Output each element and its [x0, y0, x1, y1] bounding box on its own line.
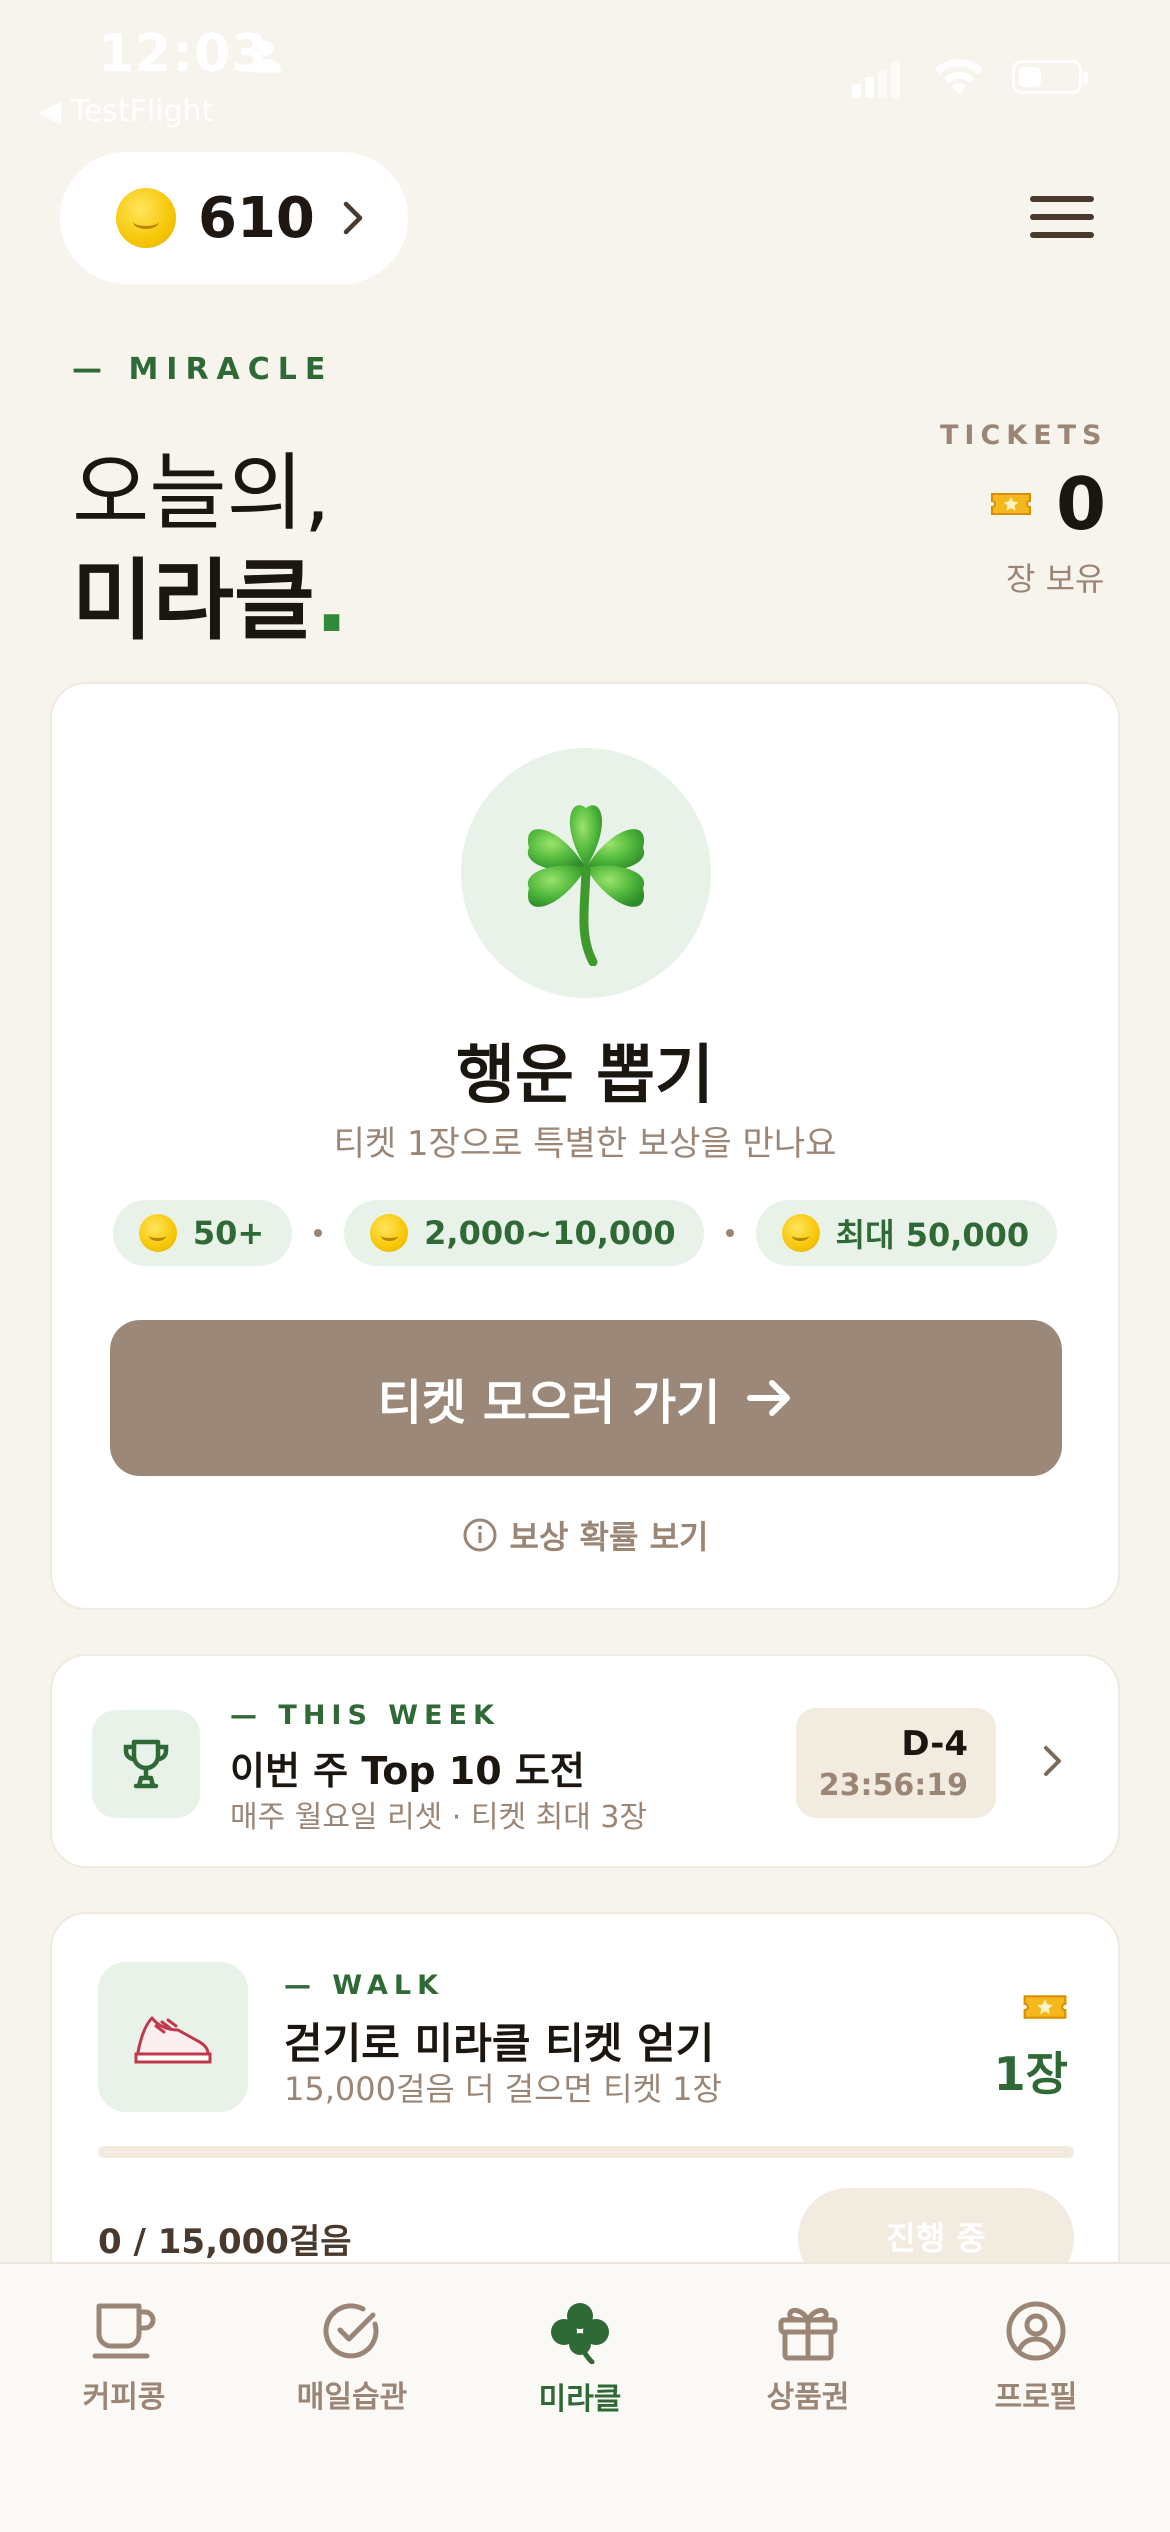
ticket-icon	[1023, 1995, 1067, 2019]
tab-miracle[interactable]: 미라클	[490, 2300, 670, 2418]
countdown-timer: 23:56:19	[818, 1768, 968, 1803]
status-bar: 12:03 ◀ TestFlight	[0, 0, 1170, 140]
section-kicker: — MIRACLE	[72, 352, 334, 387]
weekly-challenge-card[interactable]: — THIS WEEK 이번 주 Top 10 도전 매주 월요일 리셋 · 티…	[50, 1654, 1120, 1868]
coffee-cup-icon	[92, 2303, 156, 2359]
separator-dot	[314, 1229, 323, 1237]
reward-chip: 50+	[112, 1200, 293, 1266]
sneaker-badge	[98, 1962, 248, 2112]
bottom-tab-bar: 커피콩 매일습관 미라클 상품권 프로필	[0, 2262, 1170, 2532]
tab-label: 매일습관	[296, 2380, 408, 2415]
walk-title: 걷기로 미라클 티켓 얻기	[284, 2019, 715, 2068]
back-to-testflight-link[interactable]: ◀ TestFlight	[38, 94, 213, 129]
weekly-title: 이번 주 Top 10 도전	[230, 1749, 585, 1793]
arrow-right-icon	[747, 1380, 791, 1416]
card-subtitle: 티켓 1장으로 특별한 보상을 만나요	[333, 1124, 837, 1164]
clover-icon	[551, 2303, 609, 2364]
clover-badge	[461, 748, 711, 998]
walk-progress-bar	[98, 2146, 1074, 2158]
info-icon	[463, 1518, 497, 1552]
tab-coffee-beans[interactable]: 커피콩	[34, 2300, 214, 2416]
check-circle-icon	[323, 2303, 379, 2359]
separator-dot	[725, 1229, 734, 1237]
tickets-count: 0	[1056, 462, 1107, 546]
reward-chip: 2,000~10,000	[344, 1200, 704, 1266]
coin-balance-button[interactable]: 610	[60, 152, 408, 284]
tab-label: 상품권	[766, 2380, 850, 2415]
tickets-sub: 장 보유	[1006, 560, 1105, 598]
d-day-label: D-4	[901, 1724, 968, 1764]
profile-icon	[1006, 2301, 1066, 2361]
reward-chips: 50+ 2,000~10,000 최대 50,000	[52, 1200, 1118, 1266]
tab-label: 미라클	[538, 2382, 622, 2417]
status-time: 12:03	[98, 24, 269, 84]
sneaker-icon	[134, 2016, 212, 2064]
collect-tickets-button[interactable]: 티켓 모으러 가기	[110, 1320, 1062, 1476]
battery-icon	[1012, 60, 1088, 94]
person-icon	[251, 41, 281, 73]
ticket-icon	[991, 493, 1031, 515]
page-title-line2: 미라클.	[72, 549, 349, 652]
cta-label: 티켓 모으러 가기	[377, 1375, 721, 1431]
coin-icon	[138, 1214, 177, 1252]
lucky-draw-card: 행운 뽑기 티켓 1장으로 특별한 보상을 만나요 50+ 2,000~10,0…	[50, 682, 1120, 1610]
coin-balance: 610	[198, 185, 315, 251]
coin-icon	[781, 1214, 820, 1252]
tab-gift-cards[interactable]: 상품권	[718, 2300, 898, 2416]
page-title-line1: 오늘의,	[72, 444, 331, 542]
card-title: 행운 뽑기	[456, 1039, 714, 1113]
view-odds-label: 보상 확률 보기	[509, 1518, 709, 1556]
hamburger-menu-icon[interactable]	[1030, 196, 1094, 242]
walk-reward-count: 1장	[993, 2047, 1068, 2101]
coin-icon	[370, 1214, 409, 1252]
chevron-right-icon	[1044, 1746, 1061, 1776]
tab-label: 프로필	[994, 2380, 1078, 2415]
clover-icon	[527, 805, 645, 966]
weekly-kicker: — THIS WEEK	[230, 1700, 500, 1731]
walk-subtitle: 15,000걸음 더 걸으면 티켓 1장	[284, 2070, 722, 2108]
coin-icon	[116, 188, 176, 248]
chevron-right-icon	[343, 201, 363, 235]
reward-chip: 최대 50,000	[755, 1200, 1058, 1266]
trophy-badge	[92, 1710, 200, 1818]
trophy-icon	[123, 1739, 169, 1789]
cellular-signal-icon	[852, 62, 900, 98]
step-count: 0 / 15,000걸음	[98, 2222, 352, 2262]
view-odds-link[interactable]: 보상 확률 보기	[52, 1512, 1118, 1558]
tickets-label: TICKETS	[940, 420, 1108, 451]
tab-daily-habits[interactable]: 매일습관	[262, 2300, 442, 2416]
countdown-badge: D-4 23:56:19	[796, 1708, 996, 1818]
walk-kicker: — WALK	[284, 1970, 444, 2001]
gift-icon	[778, 2308, 838, 2361]
tab-label: 커피콩	[82, 2380, 166, 2415]
tab-profile[interactable]: 프로필	[946, 2300, 1126, 2416]
weekly-subtitle: 매주 월요일 리셋 · 티켓 최대 3장	[230, 1800, 648, 1835]
wifi-icon	[935, 59, 983, 94]
